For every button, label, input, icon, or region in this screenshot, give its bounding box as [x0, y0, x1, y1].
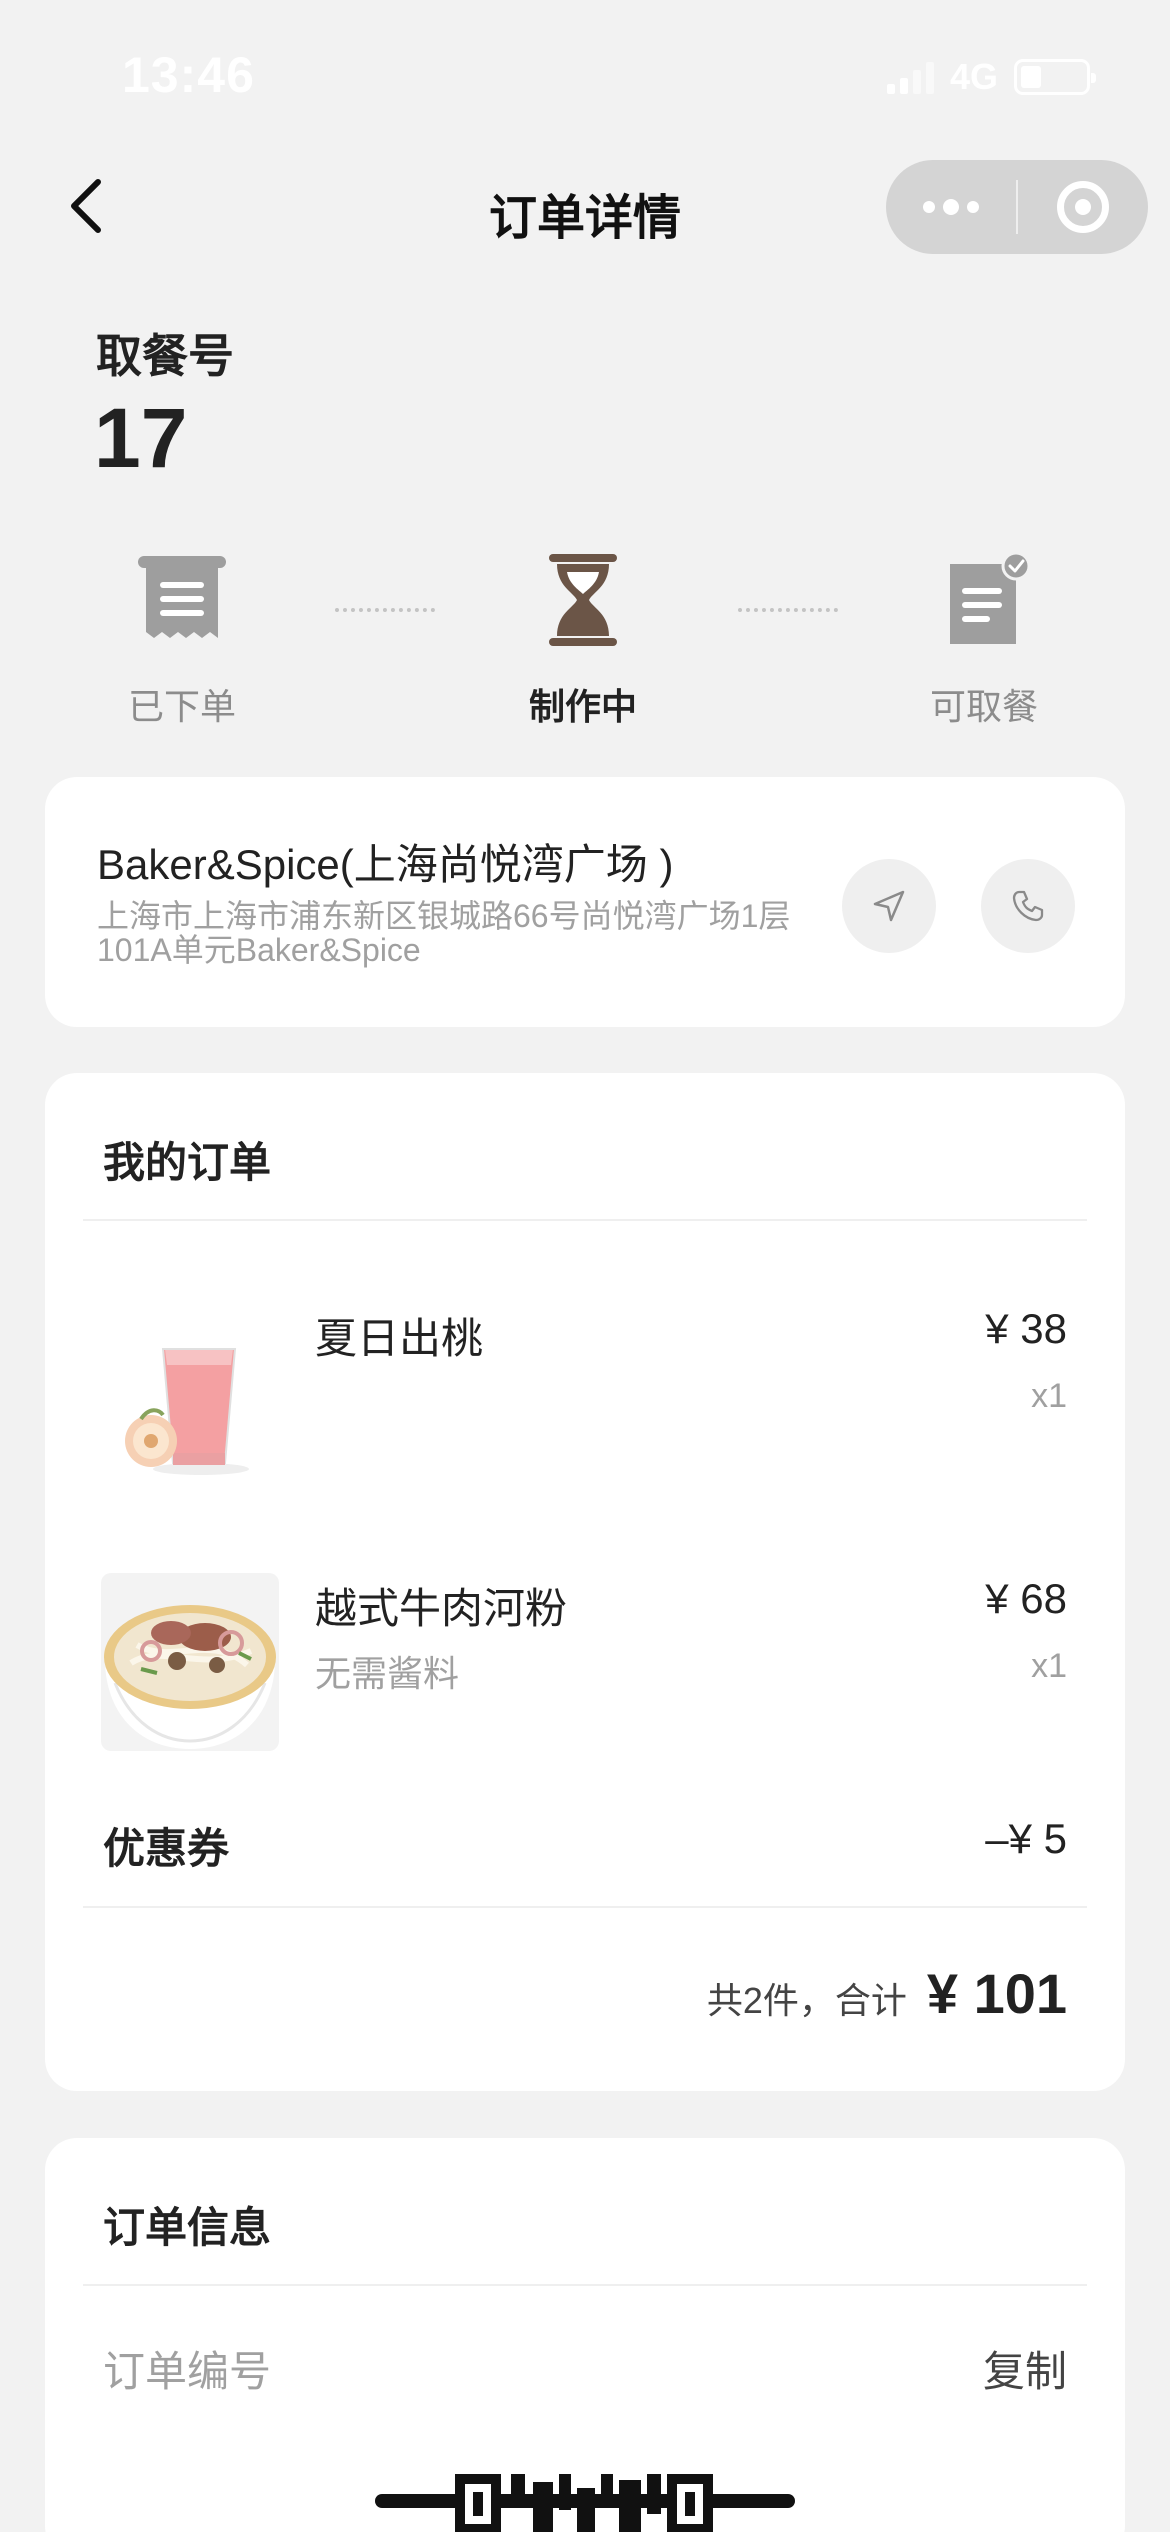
total-count: 共2件，合计: [706, 1980, 907, 2021]
phone-icon[interactable]: [981, 859, 1075, 953]
status-time: 13:46: [122, 47, 255, 103]
mini-program-capsule: [886, 160, 1148, 254]
order-detail-page: 13:46 4G 订单详情 取餐号 17 已下单 制作中 可取餐 Baker&S…: [0, 0, 1170, 2532]
qr-code: [375, 2474, 795, 2532]
item-quantity: x1: [1031, 1377, 1067, 1415]
item-price: ¥ 38: [985, 1305, 1067, 1352]
my-order-card: 我的订单 夏日出桃 ¥ 38 x1 越式牛肉河粉 无需酱料 ¥ 68 x1 优惠…: [45, 1073, 1125, 2091]
network-type: 4G: [949, 56, 998, 97]
item-price: ¥ 68: [985, 1575, 1067, 1622]
coupon-value: –¥ 5: [985, 1815, 1067, 1862]
my-order-title: 我的订单: [103, 1139, 272, 1186]
more-dots-icon[interactable]: [886, 160, 1016, 254]
status-bar: 13:46 4G: [0, 0, 1170, 150]
pickup-label: 取餐号: [96, 330, 234, 382]
item-name: 越式牛肉河粉: [315, 1585, 568, 1632]
item-note: 无需酱料: [315, 1653, 460, 1694]
peach-drink-image: [101, 1303, 279, 1481]
store-name: Baker&Spice(上海尚悦湾广场 ): [97, 841, 674, 888]
status-indicators: 4G: [886, 56, 1096, 98]
coupon-label: 优惠券: [103, 1825, 230, 1872]
order-number-label: 订单编号: [103, 2348, 272, 2395]
order-info-card: 订单信息 订单编号 复制: [45, 2138, 1125, 2532]
step-label-ready: 可取餐: [929, 686, 1038, 727]
navigation-arrow-icon[interactable]: [842, 859, 936, 953]
list-item[interactable]: 越式牛肉河粉 无需酱料 ¥ 68 x1: [45, 1573, 1125, 1753]
step-label-ordered: 已下单: [127, 686, 236, 727]
item-name: 夏日出桃: [315, 1315, 484, 1362]
nav-bar: 订单详情: [0, 150, 1170, 260]
pickup-number: 17: [94, 391, 188, 485]
step-ready: 可取餐: [884, 550, 1084, 730]
hourglass-icon: [533, 550, 633, 650]
divider: [83, 1906, 1087, 1908]
store-card: Baker&Spice(上海尚悦湾广场 ) 上海市上海市浦东新区银城路66号尚悦…: [45, 777, 1125, 1027]
step-ordered: 已下单: [82, 550, 282, 730]
divider: [83, 2284, 1087, 2286]
order-progress: 已下单 制作中 可取餐: [0, 550, 1170, 740]
step-connector: [335, 608, 435, 612]
receipt-icon: [132, 550, 232, 650]
battery-icon: [1014, 59, 1096, 95]
order-info-title: 订单信息: [103, 2204, 272, 2251]
list-item[interactable]: 夏日出桃 ¥ 38 x1: [45, 1303, 1125, 1483]
step-connector: [738, 608, 838, 612]
capsule-close-icon[interactable]: [1018, 160, 1148, 254]
signal-icon: [886, 60, 934, 94]
copy-button[interactable]: 复制: [983, 2338, 1067, 2399]
beef-pho-image: [101, 1573, 279, 1751]
item-quantity: x1: [1031, 1647, 1067, 1685]
store-address: 上海市上海市浦东新区银城路66号尚悦湾广场1层101A单元Baker&Spice: [97, 898, 791, 968]
order-total: 共2件，合计 ¥ 101: [707, 1961, 1067, 2026]
step-label-making: 制作中: [528, 686, 637, 727]
ready-document-icon: [934, 550, 1034, 650]
divider: [83, 1219, 1087, 1221]
step-making: 制作中: [483, 550, 683, 730]
total-amount: ¥ 101: [926, 1962, 1067, 2025]
